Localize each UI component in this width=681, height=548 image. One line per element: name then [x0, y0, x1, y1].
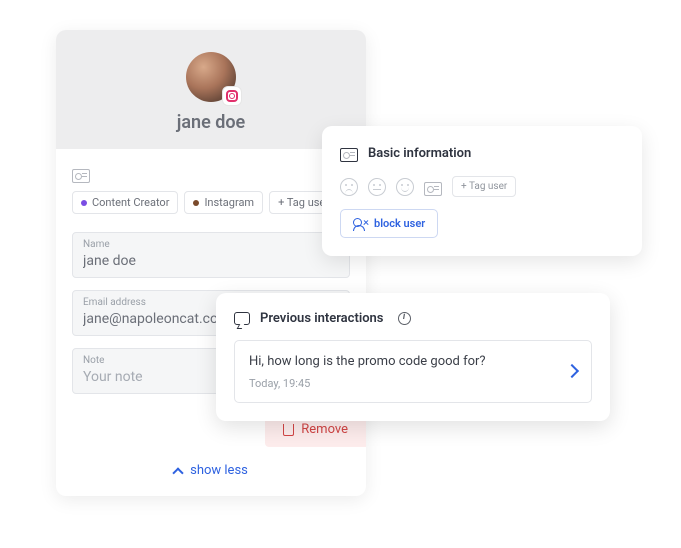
- previous-interactions-card: Previous interactions Hi, how long is th…: [216, 293, 610, 421]
- dot-icon: [193, 200, 199, 206]
- interactions-title: Previous interactions: [260, 311, 384, 326]
- interaction-body: Hi, how long is the promo code good for?…: [249, 353, 486, 390]
- block-user-label: block user: [374, 217, 425, 230]
- sentiment-row: + Tag user: [340, 176, 624, 197]
- tag-label: Content Creator: [92, 196, 169, 209]
- sentiment-sad-icon[interactable]: [340, 178, 358, 196]
- tag-pill-list: Content Creator Instagram + Tag user: [72, 191, 338, 214]
- profile-card: jane doe Content Creator Instagram + Tag…: [56, 30, 366, 496]
- id-card-icon: [72, 169, 90, 183]
- tags-row: Content Creator Instagram + Tag user: [56, 149, 366, 220]
- instagram-icon: [226, 90, 238, 102]
- interaction-item[interactable]: Hi, how long is the promo code good for?…: [234, 340, 592, 403]
- add-tag-button[interactable]: + Tag user: [452, 176, 516, 197]
- instagram-badge: [222, 86, 242, 106]
- profile-header: jane doe: [56, 30, 366, 149]
- trash-icon: [283, 424, 294, 436]
- field-label: Name: [83, 239, 339, 250]
- sentiment-neutral-icon[interactable]: [368, 178, 386, 196]
- tag-instagram[interactable]: Instagram: [184, 191, 263, 214]
- tag-content-creator[interactable]: Content Creator: [72, 191, 178, 214]
- speech-bubble-icon: [234, 312, 250, 325]
- name-input[interactable]: [83, 253, 339, 269]
- interaction-time: Today, 19:45: [249, 377, 486, 390]
- info-icon[interactable]: [398, 312, 411, 325]
- id-card-icon: [340, 148, 358, 162]
- profile-name: jane doe: [177, 112, 245, 133]
- show-less-toggle[interactable]: show less: [56, 447, 366, 496]
- dot-icon: [81, 200, 87, 206]
- remove-label: Remove: [301, 422, 348, 437]
- id-card-icon: [424, 182, 442, 196]
- name-field[interactable]: Name: [72, 232, 350, 278]
- avatar-wrap: [186, 52, 236, 102]
- chevron-up-icon: [172, 467, 183, 478]
- basic-info-card: Basic information + Tag user block user: [322, 126, 642, 256]
- basic-info-title-row: Basic information: [340, 144, 624, 162]
- tag-label: Instagram: [204, 196, 254, 209]
- block-user-icon: [353, 218, 367, 230]
- show-less-label: show less: [190, 463, 248, 478]
- block-user-button[interactable]: block user: [340, 209, 438, 238]
- chevron-right-icon: [565, 364, 579, 378]
- sentiment-happy-icon[interactable]: [396, 178, 414, 196]
- interaction-text: Hi, how long is the promo code good for?: [249, 353, 486, 371]
- basic-info-title: Basic information: [368, 146, 471, 161]
- interactions-title-row: Previous interactions: [234, 311, 592, 326]
